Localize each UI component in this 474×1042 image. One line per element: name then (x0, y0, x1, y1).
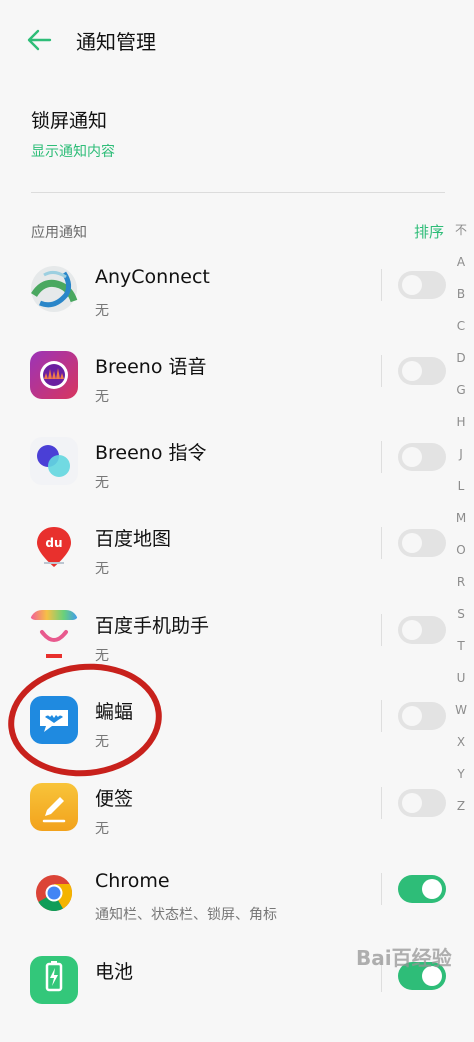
notification-toggle[interactable] (398, 616, 446, 644)
list-item[interactable]: AnyConnect 无 (0, 265, 474, 351)
app-status: 无 (95, 561, 109, 577)
notification-toggle[interactable] (398, 357, 446, 385)
app-name: AnyConnect (95, 266, 210, 288)
back-arrow-icon[interactable] (26, 28, 52, 52)
divider (381, 873, 382, 905)
app-name: Breeno 语音 (95, 356, 207, 378)
divider (31, 192, 445, 193)
svg-text:du: du (45, 536, 62, 550)
app-name: 百度手机助手 (95, 615, 210, 637)
list-item[interactable]: Breeno 语音 无 (0, 351, 474, 437)
section-label: 应用通知 (31, 225, 87, 241)
app-name: Chrome (95, 870, 170, 892)
app-status: 无 (95, 648, 109, 664)
notification-toggle[interactable] (398, 529, 446, 557)
divider (381, 700, 382, 732)
breeno-voice-icon (30, 351, 78, 399)
app-name: Breeno 指令 (95, 442, 207, 464)
lock-screen-value: 显示通知内容 (31, 144, 115, 160)
app-status: 无 (95, 303, 109, 319)
notes-icon (30, 783, 78, 831)
divider (381, 527, 382, 559)
app-status: 通知栏、状态栏、锁屏、角标 (95, 907, 277, 923)
notification-toggle[interactable] (398, 789, 446, 817)
baidu-assistant-icon (30, 610, 78, 658)
app-status: 无 (95, 475, 109, 491)
index-letter[interactable]: 不 (452, 222, 470, 254)
divider (381, 441, 382, 473)
sort-button[interactable]: 排序 (414, 221, 444, 242)
top-bar: 通知管理 (0, 0, 474, 82)
list-item[interactable]: 便签 无 (0, 783, 474, 869)
divider (381, 269, 382, 301)
app-status: 无 (95, 389, 109, 405)
chrome-icon (30, 869, 78, 917)
app-name: 电池 (95, 961, 134, 983)
lock-screen-setting[interactable]: 锁屏通知 显示通知内容 (31, 106, 115, 161)
notification-toggle[interactable] (398, 443, 446, 471)
notification-toggle[interactable] (398, 271, 446, 299)
app-status: 无 (95, 821, 109, 837)
baidu-map-icon: du (30, 523, 78, 571)
battery-icon (30, 956, 78, 1004)
divider (381, 614, 382, 646)
breeno-command-icon (30, 437, 78, 485)
list-item[interactable]: du 百度地图 无 (0, 523, 474, 609)
app-name: 便签 (95, 788, 134, 810)
notification-toggle[interactable] (398, 702, 446, 730)
list-item[interactable]: Breeno 指令 无 (0, 437, 474, 523)
watermark: Bai百经验 (356, 946, 452, 970)
lock-screen-title: 锁屏通知 (31, 110, 108, 132)
divider (381, 787, 382, 819)
page-title: 通知管理 (76, 30, 156, 54)
anyconnect-icon (30, 265, 78, 313)
divider (381, 355, 382, 387)
notification-toggle[interactable] (398, 875, 446, 903)
app-name: 百度地图 (95, 528, 172, 550)
